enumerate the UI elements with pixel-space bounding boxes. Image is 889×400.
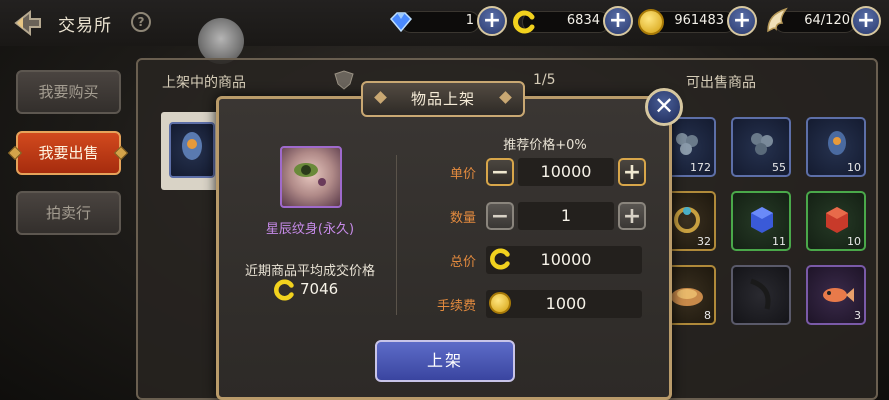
item-count: 3: [854, 309, 861, 322]
add-c-coin-button[interactable]: +: [603, 6, 633, 36]
ring-icon: [674, 207, 700, 233]
quantity-label: 数量: [449, 211, 476, 226]
item-count: 11: [772, 235, 786, 248]
listed-items-header: 上架中的商品: [162, 75, 246, 91]
close-button[interactable]: ✕: [645, 88, 683, 126]
item-count: 10: [847, 235, 861, 248]
unit-price-input[interactable]: 10000: [518, 158, 614, 186]
tab-auction[interactable]: 拍卖行: [16, 191, 121, 235]
gem-count: 1: [465, 13, 474, 28]
scale-armor-icon: [751, 133, 773, 155]
fish-icon: [823, 288, 854, 302]
inventory-slot[interactable]: 10: [806, 117, 866, 177]
sellable-items-header: 可出售商品: [686, 75, 756, 91]
back-arrow-icon[interactable]: [10, 8, 44, 38]
wing-energy-icon: [764, 7, 790, 39]
blue-cube-icon: [751, 207, 773, 233]
add-energy-button[interactable]: +: [851, 6, 881, 36]
blue-gem-icon: [388, 11, 414, 33]
tab-sell[interactable]: 我要出售: [16, 131, 121, 175]
total-price-label: 总价: [449, 255, 476, 270]
quantity-input[interactable]: 1: [518, 202, 614, 230]
tattoo-item-icon: [280, 146, 342, 208]
inventory-slot[interactable]: 55: [731, 117, 791, 177]
c-coin-count: 6834: [566, 13, 600, 28]
energy-count: 64/120: [804, 13, 850, 28]
submit-listing-button[interactable]: 上架: [375, 340, 515, 382]
fee-value: 1000: [545, 294, 587, 313]
add-gold-button[interactable]: +: [727, 6, 757, 36]
item-name: 星辰纹身(永久): [265, 222, 355, 237]
quantity-decrease-button[interactable]: −: [486, 202, 514, 230]
inventory-slot[interactable]: 11: [731, 191, 791, 251]
item-count: 8: [704, 309, 711, 322]
unit-price-increase-button[interactable]: +: [618, 158, 646, 186]
inventory-slot[interactable]: 10: [806, 191, 866, 251]
avg-price-label: 近期商品平均成交价格: [244, 264, 375, 279]
dialog-title: 物品上架: [410, 90, 475, 108]
yellow-c-coin-icon: [274, 279, 296, 305]
quantity-increase-button[interactable]: +: [618, 202, 646, 230]
food-plate-icon: [671, 288, 703, 306]
whip-icon: [750, 278, 771, 310]
item-count: 32: [697, 235, 711, 248]
help-icon[interactable]: ?: [131, 12, 151, 32]
amulet-icon: [828, 131, 846, 155]
listing-slots-count: 1/5: [533, 72, 556, 88]
inventory-slot[interactable]: 3: [806, 265, 866, 325]
unit-price-label: 单价: [449, 167, 476, 182]
gold-coin-icon: [489, 292, 511, 314]
crest-icon: [333, 70, 355, 90]
page-title: 交易所: [58, 16, 112, 36]
item-count: 10: [847, 161, 861, 174]
listed-item-icon: [169, 122, 215, 178]
add-gem-button[interactable]: +: [477, 6, 507, 36]
fee-label: 手续费: [436, 299, 476, 314]
item-count: 172: [690, 161, 711, 174]
gold-count: 961483: [674, 13, 724, 28]
tab-buy[interactable]: 我要购买: [16, 70, 121, 114]
avg-price-value: 7046: [300, 280, 339, 298]
scale-armor-icon: [676, 133, 698, 155]
item-count: 55: [772, 161, 786, 174]
yellow-c-coin-icon: [490, 248, 512, 274]
red-cube-icon: [826, 207, 848, 233]
unit-price-decrease-button[interactable]: −: [486, 158, 514, 186]
gold-coin-icon: [638, 9, 664, 35]
inventory-slot[interactable]: [731, 265, 791, 325]
total-price-value: 10000: [540, 250, 592, 269]
yellow-c-coin-icon: [513, 10, 537, 34]
dialog-divider: [396, 155, 397, 315]
recommended-price: 推荐价格+0%: [503, 138, 587, 153]
